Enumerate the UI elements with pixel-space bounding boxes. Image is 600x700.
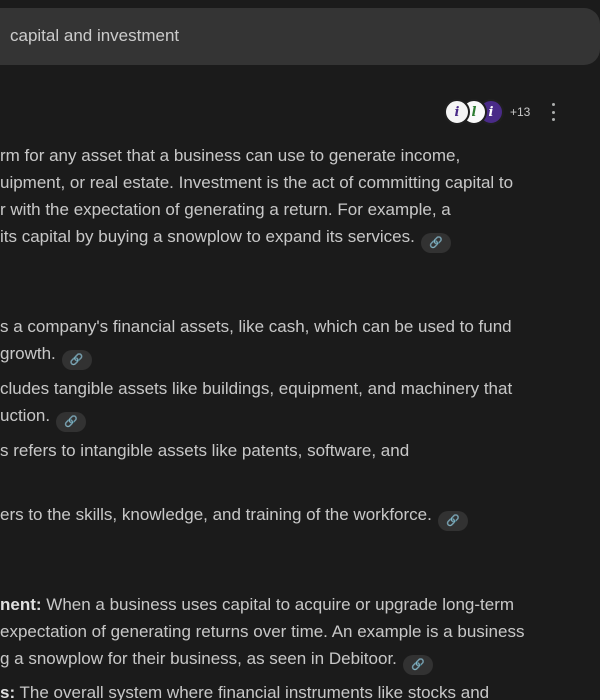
answer-text-line: expectation of generating returns over t… (0, 622, 525, 641)
answer-text-line: uction. 🔗 (0, 406, 87, 432)
answer-text-line: growth. 🔗 (0, 344, 92, 370)
answer-text-line: uipment, or real estate. Investment is t… (0, 173, 514, 192)
answer-text-line: s: The overall system where financial in… (0, 683, 490, 700)
more-vert-icon[interactable] (546, 103, 560, 121)
answer-text-line: cludes tangible assets like buildings, e… (0, 379, 513, 398)
answer-text-line: rm for any asset that a business can use… (0, 146, 461, 165)
answer-text-line: g a snowplow for their business, as seen… (0, 649, 433, 675)
answer-text-line: nent: When a business uses capital to ac… (0, 595, 515, 614)
search-query[interactable]: capital and investment (10, 26, 179, 46)
link-icon[interactable]: 🔗 (61, 350, 92, 370)
search-bar[interactable]: capital and investment (0, 8, 600, 65)
ai-answer-panel: capital and investment i l i +13 rm for … (0, 0, 600, 700)
link-icon[interactable]: 🔗 (402, 655, 433, 675)
source-avatar[interactable]: i (444, 99, 470, 125)
link-icon[interactable]: 🔗 (437, 511, 468, 531)
more-sources-count[interactable]: +13 (510, 105, 530, 119)
answer-text-line: its capital by buying a snowplow to expa… (0, 227, 451, 253)
answer-text-line: s a company's financial assets, like cas… (0, 317, 512, 336)
answer-text-line: s refers to intangible assets like paten… (0, 441, 410, 460)
sources-row[interactable]: i l i +13 (444, 99, 530, 125)
link-icon[interactable]: 🔗 (56, 412, 87, 432)
link-icon[interactable]: 🔗 (420, 233, 451, 253)
answer-text-line: r with the expectation of generating a r… (0, 200, 451, 219)
answer-text-line: ers to the skills, knowledge, and traini… (0, 505, 468, 531)
